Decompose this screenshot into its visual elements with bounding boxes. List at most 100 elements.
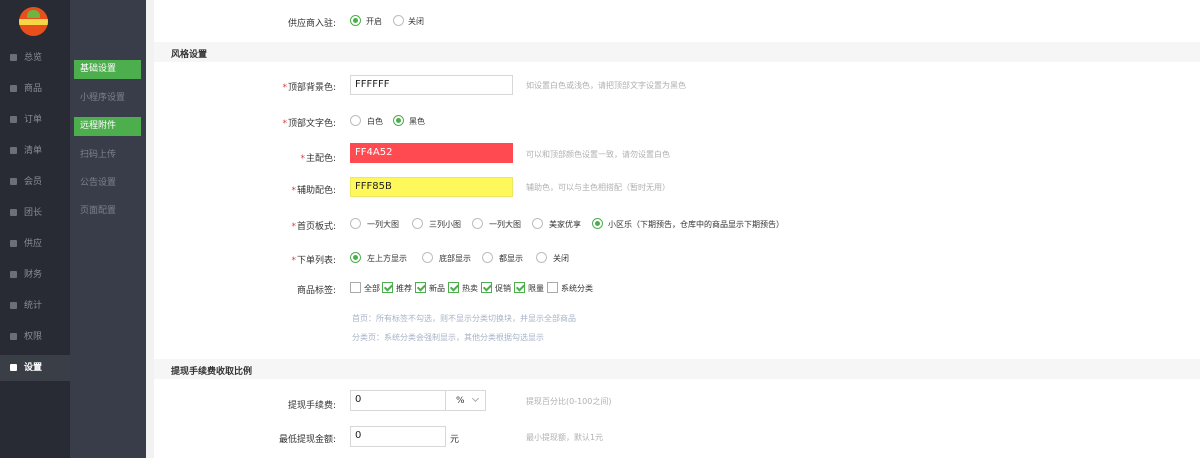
fee-unit-value: % [456,396,465,406]
grid-icon [10,54,17,61]
layout-option-3-label: 一列大图 [489,220,521,229]
subnav-basic-settings[interactable]: 基础设置 [74,60,141,79]
fee-label: 提现手续费: [287,401,336,411]
chevron-down-icon [471,394,480,403]
subnav-scan-upload[interactable]: 扫码上传 [74,146,141,165]
tag-promo-checkbox[interactable] [481,282,492,293]
fee-hint: 提现百分比(0-100之间) [526,397,612,406]
subnav-remote-attachments[interactable]: 远程附件 [74,117,141,136]
layout-option-5-label: 小区乐（下期预告，仓库中的商品显示下期预告） [608,220,784,229]
sidebar-item-members[interactable]: 会员 [0,169,70,195]
tag-recommend-label: 推荐 [396,284,412,293]
sidebar-item-orders[interactable]: 订单 [0,107,70,133]
supplier-open-label: 开启 [366,17,382,26]
leader-icon [10,209,17,216]
main-color-hint: 可以和顶部颜色设置一致，请勿设置白色 [526,150,670,159]
min-amount-label: 最低提现金额: [278,435,336,445]
order-list-topleft-label: 左上方显示 [367,254,407,263]
settings-panel: 供应商入驻: 开启 关闭 风格设置 *顶部背景色: FFFFFF 如设置白色或浅… [154,0,1200,458]
layout-option-1-radio[interactable] [350,218,361,229]
top-text-black-radio[interactable] [393,115,404,126]
top-bg-label: *顶部背景色: [282,83,336,93]
sidebar-item-permissions[interactable]: 权限 [0,324,70,350]
content-area: 供应商入驻: 开启 关闭 风格设置 *顶部背景色: FFFFFF 如设置白色或浅… [146,0,1200,458]
goods-icon [10,85,17,92]
style-section-title: 风格设置 [171,50,208,60]
logo [19,7,48,36]
supplier-open-radio[interactable] [350,15,361,26]
tag-hot-checkbox[interactable] [448,282,459,293]
layout-option-4-label: 美家优享 [549,220,581,229]
aux-color-hint: 辅助色，可以与主色相搭配（暂时无用） [526,183,670,192]
order-icon [10,116,17,123]
top-bg-input[interactable]: FFFFFF [350,75,513,95]
sidebar-item-list[interactable]: 清单 [0,138,70,164]
tag-new-label: 新品 [429,284,445,293]
subnav-miniprogram-settings[interactable]: 小程序设置 [74,89,141,108]
order-list-bottom-label: 底部显示 [439,254,471,263]
layout-option-2-radio[interactable] [412,218,423,229]
supplier-close-radio[interactable] [393,15,404,26]
order-list-topleft-radio[interactable] [350,252,361,263]
tag-hot-label: 热卖 [462,284,478,293]
tag-system-category-label: 系统分类 [561,284,593,293]
sidebar-item-stats[interactable]: 统计 [0,293,70,319]
chart-icon [10,302,17,309]
fee-input[interactable]: 0 [350,390,446,411]
sidebar-item-settings[interactable]: 设置 [0,355,70,381]
tag-limited-label: 限量 [528,284,544,293]
withdraw-section-title: 提现手续费收取比例 [171,367,253,377]
lock-icon [10,364,17,371]
layout-option-2-label: 三列小图 [429,220,461,229]
aux-color-label: *辅助配色: [291,186,336,196]
sidebar-item-supply[interactable]: 供应 [0,231,70,257]
tags-note-category: 分类页：系统分类会强制显示，其他分类根据勾选显示 [352,333,544,342]
tag-all-label: 全部 [364,284,380,293]
layout-option-5-radio[interactable] [592,218,603,229]
sidebar-item-leaders[interactable]: 团长 [0,200,70,226]
home-layout-label: *首页板式: [291,222,336,232]
min-amount-input[interactable]: 0 [350,426,446,447]
tag-new-checkbox[interactable] [415,282,426,293]
main-color-input[interactable]: FF4A52 [350,143,513,163]
order-list-both-radio[interactable] [482,252,493,263]
layout-option-4-radio[interactable] [532,218,543,229]
list-icon [10,147,17,154]
tags-label: 商品标签: [296,286,336,296]
top-bg-hint: 如设置白色或浅色，请把顶部文字设置为黑色 [526,81,686,90]
fee-unit-select[interactable]: % [446,390,486,411]
subnav-notice-settings[interactable]: 公告设置 [74,174,141,193]
min-amount-hint: 最小提现额，默认1元 [526,433,604,442]
sub-sidebar: 基础设置 小程序设置 远程附件 扫码上传 公告设置 页面配置 [70,0,146,458]
sidebar-item-goods[interactable]: 商品 [0,76,70,102]
layout-option-1-label: 一列大图 [367,220,399,229]
tag-system-category-checkbox[interactable] [547,282,558,293]
subnav-page-config[interactable]: 页面配置 [74,202,141,221]
supplier-close-label: 关闭 [408,17,424,26]
withdraw-section-header: 提现手续费收取比例 [154,359,1200,379]
tag-recommend-checkbox[interactable] [382,282,393,293]
sidebar-item-overview[interactable]: 总览 [0,45,70,71]
tag-limited-checkbox[interactable] [514,282,525,293]
min-amount-unit: 元 [450,435,460,445]
order-list-off-label: 关闭 [553,254,569,263]
tag-promo-label: 促销 [495,284,511,293]
supply-icon [10,240,17,247]
top-text-white-radio[interactable] [350,115,361,126]
aux-color-input[interactable]: FFF85B [350,177,513,197]
style-section-header: 风格设置 [154,42,1200,62]
money-icon [10,271,17,278]
order-list-off-radio[interactable] [536,252,547,263]
layout-option-3-radio[interactable] [472,218,483,229]
tag-all-checkbox[interactable] [350,282,361,293]
gear-icon [10,333,17,340]
tags-note-home: 首页：所有标签不勾选，则不显示分类切换块，并显示全部商品 [352,314,576,323]
user-icon [10,178,17,185]
main-color-label: *主配色: [300,154,336,164]
order-list-label: *下单列表: [291,256,336,266]
order-list-both-label: 都显示 [499,254,523,263]
supplier-label: 供应商入驻: [287,19,336,29]
sidebar-item-finance[interactable]: 财务 [0,262,70,288]
order-list-bottom-radio[interactable] [422,252,433,263]
top-text-white-label: 白色 [367,117,383,126]
